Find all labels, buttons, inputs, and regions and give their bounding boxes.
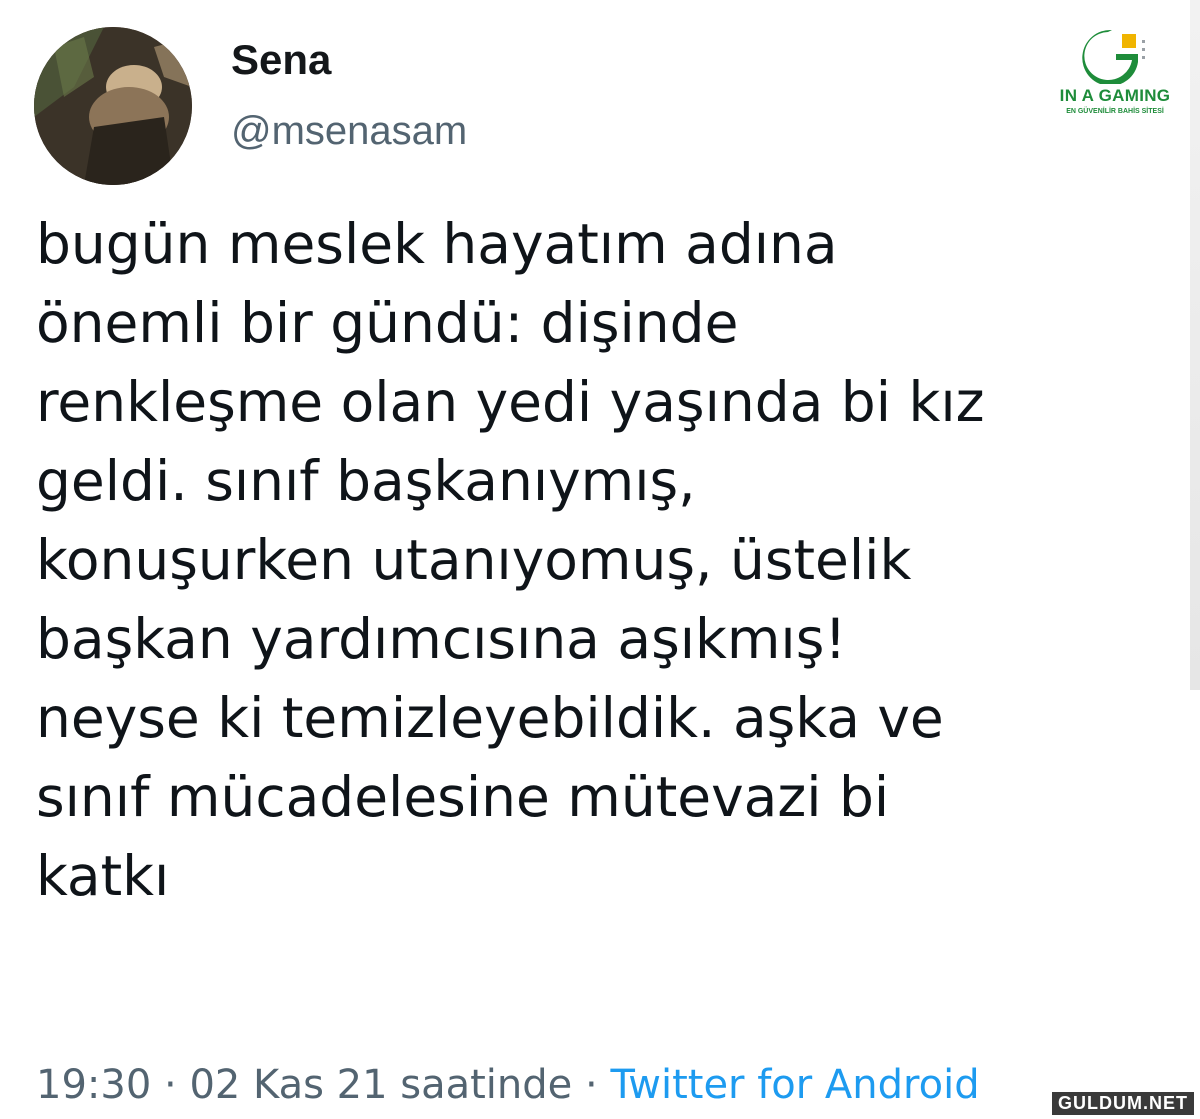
tweet-meta: 19:30 · 02 Kas 21 saatinde · Twitter for… (36, 1060, 980, 1110)
tweet-text-line: geldi. sınıf başkanıymış, (36, 449, 696, 513)
tweet-text-line: neyse ki temizleyebildik. aşka ve (36, 686, 944, 750)
tweet-text-line: konuşurken utanıyomuş, üstelik (36, 528, 912, 592)
scrollbar[interactable] (1190, 0, 1200, 690)
tweet-text-line: önemli bir gündü: dişinde (36, 291, 739, 355)
brand-logo: IN A GAMING EN GÜVENİLİR BAHİS SİTESİ (1050, 26, 1180, 126)
logo-tagline: EN GÜVENİLİR BAHİS SİTESİ (1066, 108, 1164, 115)
tweet-card: Sena @msenasam IN A GAMING EN GÜVENİLİR … (0, 0, 1200, 1119)
tweet-text-line: başkan yardımcısına aşıkmış! (36, 607, 847, 671)
tweet-date[interactable]: 02 Kas 21 saatinde (189, 1062, 572, 1108)
tweet-text: bugün meslek hayatım adına önemli bir gü… (36, 205, 1176, 916)
tweet-time[interactable]: 19:30 (36, 1062, 151, 1108)
meta-separator: · (164, 1062, 177, 1108)
meta-separator: · (585, 1062, 598, 1108)
tweet-source-link[interactable]: Twitter for Android (610, 1062, 979, 1108)
user-handle[interactable]: @msenasam (231, 106, 467, 156)
tweet-text-line: sınıf mücadelesine mütevazi bi (36, 765, 890, 829)
site-watermark: GULDUM.NET (1052, 1092, 1194, 1115)
logo-mark-icon (1082, 29, 1145, 86)
display-name[interactable]: Sena (231, 34, 331, 86)
tweet-text-line: renkleşme olan yedi yaşında bi kız (36, 370, 985, 434)
profile-avatar[interactable] (34, 27, 192, 185)
tweet-text-line: bugün meslek hayatım adına (36, 212, 838, 276)
logo-name: IN A GAMING (1059, 86, 1171, 105)
avatar-photo (34, 27, 192, 185)
tweet-text-line: katkı (36, 844, 170, 908)
